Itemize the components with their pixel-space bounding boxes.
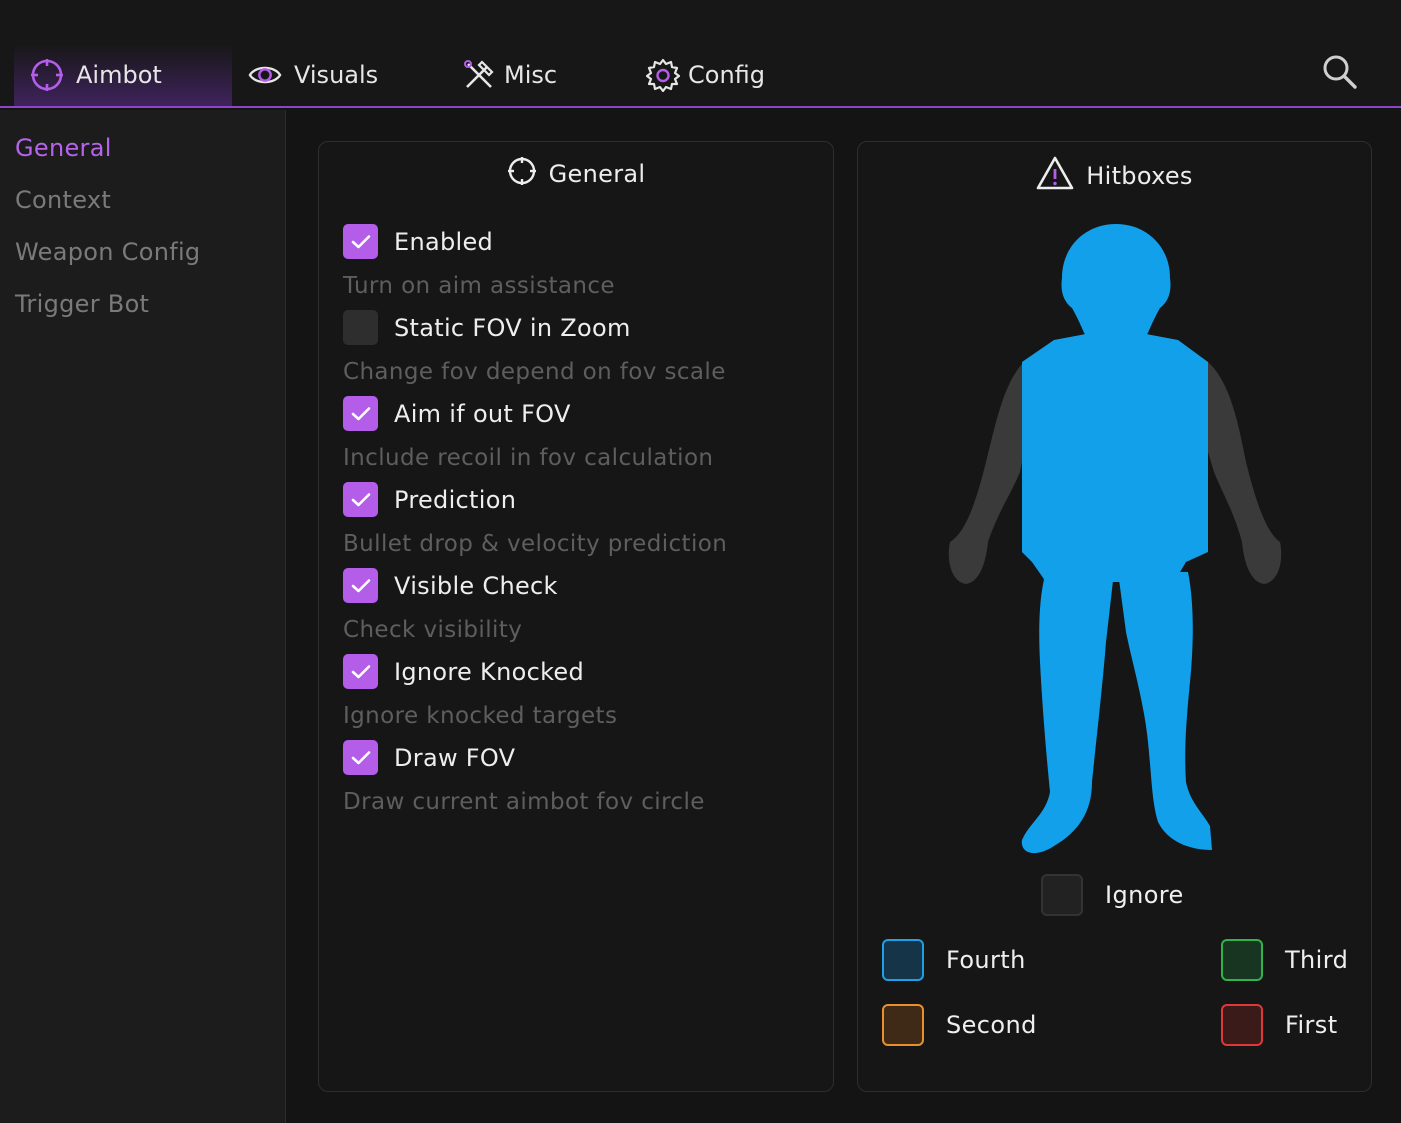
option-item: Prediction Bullet drop & velocity predict…	[343, 482, 727, 557]
warning-icon	[1036, 156, 1074, 196]
option-item: Visible Check Check visibility	[343, 568, 558, 643]
option-label: Prediction	[394, 485, 517, 514]
sidebar-item-trigger-bot[interactable]: Trigger Bot	[15, 290, 149, 318]
option-checkbox[interactable]	[343, 568, 378, 603]
tab-misc[interactable]: Misc	[462, 44, 557, 106]
legend-label: Third	[1285, 946, 1349, 974]
option-description: Turn on aim assistance	[343, 273, 615, 299]
tab-label: Config	[688, 61, 766, 89]
option-checkbox[interactable]	[343, 396, 378, 431]
hitbox-right-arm[interactable]	[1208, 362, 1282, 584]
option-checkbox[interactable]	[343, 224, 378, 259]
check-icon	[351, 664, 370, 678]
gear-icon	[646, 58, 680, 92]
option-description: Include recoil in fov calculation	[343, 445, 714, 471]
option-toggle[interactable]: Enabled	[343, 224, 615, 259]
legend-label: Fourth	[946, 946, 1026, 974]
check-icon	[351, 750, 370, 764]
option-toggle[interactable]: Draw FOV	[343, 740, 705, 775]
legend-label: Ignore	[1105, 881, 1184, 909]
option-label: Visible Check	[394, 571, 558, 600]
sidebar-item-general[interactable]: General	[15, 134, 112, 162]
option-item: Draw FOV Draw current aimbot fov circle	[343, 740, 705, 815]
panel-header: General	[319, 156, 833, 192]
tab-aimbot[interactable]: Aimbot	[14, 44, 232, 106]
option-label: Static FOV in Zoom	[394, 313, 631, 342]
option-item: Aim if out FOV Include recoil in fov calc…	[343, 396, 713, 471]
option-toggle[interactable]: Aim if out FOV	[343, 396, 713, 431]
option-toggle[interactable]: Static FOV in Zoom	[343, 310, 726, 345]
legend-first[interactable]: First	[1221, 1004, 1338, 1046]
check-icon	[351, 578, 370, 592]
hitbox-body-model	[948, 224, 1282, 854]
option-description: Check visibility	[343, 617, 523, 643]
option-label: Aim if out FOV	[394, 399, 571, 428]
option-checkbox[interactable]	[343, 482, 378, 517]
option-item: Static FOV in Zoom Change fov depend on f…	[343, 310, 726, 385]
tab-label: Visuals	[294, 61, 379, 89]
option-checkbox[interactable]	[343, 654, 378, 689]
option-description: Change fov depend on fov scale	[343, 359, 726, 385]
top-nav-bar: Aimbot Visuals Misc Config	[0, 0, 1401, 108]
sidebar: General Context Weapon Config Trigger Bo…	[0, 110, 286, 1123]
panel-title: Hitboxes	[1086, 162, 1193, 190]
option-description: Draw current aimbot fov circle	[343, 789, 705, 815]
option-toggle[interactable]: Ignore Knocked	[343, 654, 617, 689]
search-icon[interactable]	[1322, 54, 1358, 90]
hitbox-left-arm[interactable]	[948, 362, 1024, 584]
legend-ignore[interactable]: Ignore	[1041, 874, 1184, 916]
option-item: Ignore Knocked Ignore knocked targets	[343, 654, 617, 729]
tab-label: Aimbot	[76, 61, 162, 89]
fourth-swatch[interactable]	[882, 939, 924, 981]
hitbox-right-leg[interactable]	[1118, 572, 1212, 850]
option-toggle[interactable]: Prediction	[343, 482, 727, 517]
hitboxes-panel: Hitboxes Ignore Fourth Third Second Firs…	[857, 141, 1372, 1092]
check-icon	[351, 406, 370, 420]
option-description: Ignore knocked targets	[343, 703, 618, 729]
tools-icon	[462, 58, 496, 92]
third-swatch[interactable]	[1221, 939, 1263, 981]
panel-header: Hitboxes	[858, 156, 1371, 196]
legend-third[interactable]: Third	[1221, 939, 1348, 981]
option-item: Enabled Turn on aim assistance	[343, 224, 615, 299]
legend-label: Second	[946, 1011, 1037, 1039]
crosshair-icon	[507, 156, 537, 192]
legend-label: First	[1285, 1011, 1338, 1039]
hitbox-torso[interactable]	[1022, 334, 1208, 582]
tab-label: Misc	[504, 61, 558, 89]
option-label: Ignore Knocked	[394, 657, 585, 686]
option-checkbox[interactable]	[343, 310, 378, 345]
eye-icon	[248, 58, 282, 92]
legend-fourth[interactable]: Fourth	[882, 939, 1026, 981]
hitbox-left-leg[interactable]	[1021, 572, 1114, 854]
option-label: Draw FOV	[394, 743, 516, 772]
tab-config[interactable]: Config	[646, 44, 765, 106]
tab-visuals[interactable]: Visuals	[248, 44, 378, 106]
sidebar-item-weapon-config[interactable]: Weapon Config	[15, 238, 200, 266]
option-label: Enabled	[394, 227, 494, 256]
second-swatch[interactable]	[882, 1004, 924, 1046]
option-checkbox[interactable]	[343, 740, 378, 775]
hitbox-head[interactable]	[1061, 224, 1171, 346]
general-panel: General Enabled Turn on aim assistance Sta…	[318, 141, 834, 1092]
panel-title: General	[548, 160, 646, 188]
legend-second[interactable]: Second	[882, 1004, 1037, 1046]
ignore-swatch[interactable]	[1041, 874, 1083, 916]
first-swatch[interactable]	[1221, 1004, 1263, 1046]
sidebar-item-context[interactable]: Context	[15, 186, 111, 214]
check-icon	[351, 234, 370, 248]
option-description: Bullet drop & velocity prediction	[343, 531, 728, 557]
check-icon	[351, 492, 370, 506]
crosshair-icon	[30, 58, 64, 92]
option-toggle[interactable]: Visible Check	[343, 568, 558, 603]
